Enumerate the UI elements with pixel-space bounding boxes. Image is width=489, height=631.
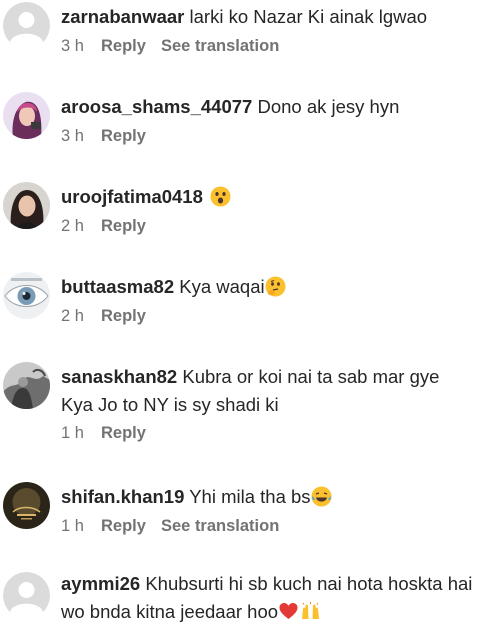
thinking-face-emoji xyxy=(265,276,286,297)
comment-timestamp: 1 h xyxy=(61,517,84,535)
avatar[interactable] xyxy=(3,272,50,319)
reply-button[interactable]: Reply xyxy=(101,127,161,146)
comment-body: Kya waqai xyxy=(179,276,265,297)
comment-timestamp: 2 h xyxy=(61,307,84,325)
default-avatar-icon[interactable] xyxy=(3,2,50,49)
avatar[interactable] xyxy=(3,362,50,409)
reply-button[interactable]: Reply xyxy=(101,424,161,443)
reply-button[interactable]: Reply xyxy=(101,37,161,56)
comment-body: Dono ak jesy hyn xyxy=(257,96,400,117)
comment-text: buttaasma82 Kya waqai xyxy=(61,273,481,301)
comment-item: zarnabanwaar larki ko Nazar Ki ainak lgw… xyxy=(0,0,489,70)
comment-item: shifan.khan19 Yhi mila tha bs 1 h Reply Se… xyxy=(0,480,489,550)
comment-meta: 2 h Reply xyxy=(61,307,161,326)
comment-text: shifan.khan19 Yhi mila tha bs xyxy=(61,483,481,511)
reply-button[interactable]: Reply xyxy=(101,517,161,536)
comment-username[interactable]: sanaskhan82 xyxy=(61,366,177,387)
reply-button[interactable]: Reply xyxy=(101,217,161,236)
see-translation-button[interactable]: See translation xyxy=(161,517,279,536)
comment-item: buttaasma82 Kya waqai 2 h Reply xyxy=(0,270,489,340)
comment-meta: 1 h Reply xyxy=(61,424,161,443)
avatar[interactable] xyxy=(3,482,50,529)
comment-body: larki ko Nazar Ki ainak lgwao xyxy=(189,6,428,27)
comment-item: sanaskhan82 Kubra or koi nai ta sab mar … xyxy=(0,360,489,460)
comment-username[interactable]: buttaasma82 xyxy=(61,276,174,297)
comment-body: Yhi mila tha bs xyxy=(189,486,311,507)
comment-text: aroosa_shams_44077 Dono ak jesy hyn xyxy=(61,93,481,121)
comment-item: uroojfatima0418 2 h Reply xyxy=(0,180,489,250)
comment-timestamp: 3 h xyxy=(61,37,84,55)
comment-meta: 3 h Reply xyxy=(61,127,161,146)
comment-text: uroojfatima0418 xyxy=(61,183,481,211)
comment-text: aymmi26 Khubsurti hi sb kuch nai hota ho… xyxy=(61,570,479,626)
comment-item: aroosa_shams_44077 Dono ak jesy hyn 3 h R… xyxy=(0,90,489,160)
comment-username[interactable]: shifan.khan19 xyxy=(61,486,184,507)
laughing-tears-emoji xyxy=(311,486,332,507)
reply-button[interactable]: Reply xyxy=(101,307,161,326)
comment-username[interactable]: aymmi26 xyxy=(61,573,140,594)
comment-username[interactable]: zarnabanwaar xyxy=(61,6,184,27)
comment-item: aymmi26 Khubsurti hi sb kuch nai hota ho… xyxy=(0,570,489,631)
comment-meta: 3 h Reply See translation xyxy=(61,37,279,56)
default-avatar-icon[interactable] xyxy=(3,572,50,619)
comment-text: zarnabanwaar larki ko Nazar Ki ainak lgw… xyxy=(61,3,481,31)
comment-timestamp: 2 h xyxy=(61,217,84,235)
avatar[interactable] xyxy=(3,92,50,139)
comment-username[interactable]: uroojfatima0418 xyxy=(61,186,203,207)
comment-meta: 2 h Reply xyxy=(61,217,161,236)
comment-username[interactable]: aroosa_shams_44077 xyxy=(61,96,252,117)
red-heart-emoji xyxy=(279,603,298,619)
comment-meta: 1 h Reply See translation xyxy=(61,517,279,536)
comment-timestamp: 1 h xyxy=(61,424,84,442)
astonished-face-emoji xyxy=(210,186,231,207)
avatar[interactable] xyxy=(3,182,50,229)
comment-timestamp: 3 h xyxy=(61,127,84,145)
see-translation-button[interactable]: See translation xyxy=(161,37,279,56)
comment-text: sanaskhan82 Kubra or koi nai ta sab mar … xyxy=(61,363,476,419)
raising-hands-emoji xyxy=(302,602,320,619)
